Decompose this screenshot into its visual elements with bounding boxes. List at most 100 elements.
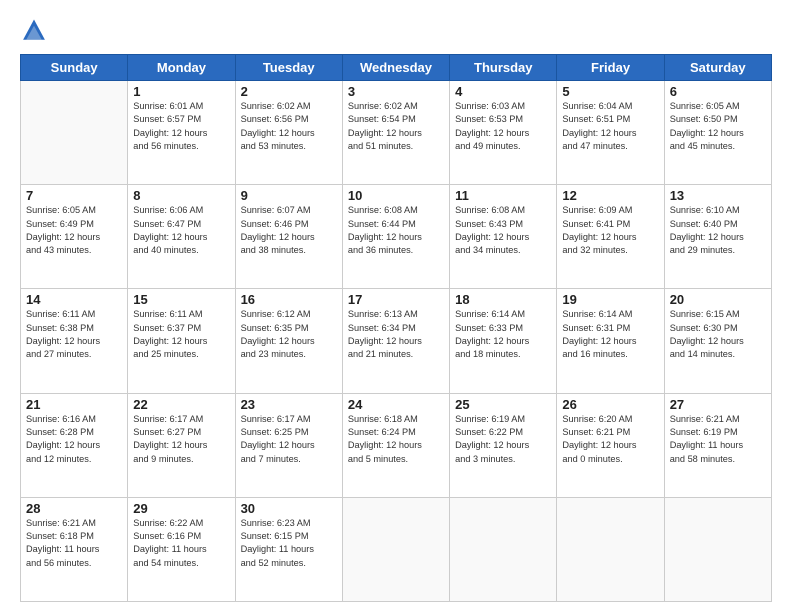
- day-number: 1: [133, 84, 229, 99]
- day-info: Sunrise: 6:08 AM Sunset: 6:44 PM Dayligh…: [348, 204, 444, 257]
- day-number: 18: [455, 292, 551, 307]
- calendar-cell: 15Sunrise: 6:11 AM Sunset: 6:37 PM Dayli…: [128, 289, 235, 393]
- day-number: 3: [348, 84, 444, 99]
- day-info: Sunrise: 6:22 AM Sunset: 6:16 PM Dayligh…: [133, 517, 229, 570]
- day-info: Sunrise: 6:20 AM Sunset: 6:21 PM Dayligh…: [562, 413, 658, 466]
- day-info: Sunrise: 6:05 AM Sunset: 6:50 PM Dayligh…: [670, 100, 766, 153]
- logo: [20, 18, 52, 46]
- calendar-week-4: 21Sunrise: 6:16 AM Sunset: 6:28 PM Dayli…: [21, 393, 772, 497]
- day-number: 14: [26, 292, 122, 307]
- day-header-sunday: Sunday: [21, 55, 128, 81]
- day-number: 7: [26, 188, 122, 203]
- day-info: Sunrise: 6:02 AM Sunset: 6:54 PM Dayligh…: [348, 100, 444, 153]
- logo-icon: [20, 18, 48, 46]
- calendar-cell: 10Sunrise: 6:08 AM Sunset: 6:44 PM Dayli…: [342, 185, 449, 289]
- calendar-cell: 12Sunrise: 6:09 AM Sunset: 6:41 PM Dayli…: [557, 185, 664, 289]
- calendar-cell: 26Sunrise: 6:20 AM Sunset: 6:21 PM Dayli…: [557, 393, 664, 497]
- day-info: Sunrise: 6:11 AM Sunset: 6:37 PM Dayligh…: [133, 308, 229, 361]
- calendar-cell: 3Sunrise: 6:02 AM Sunset: 6:54 PM Daylig…: [342, 81, 449, 185]
- day-info: Sunrise: 6:17 AM Sunset: 6:27 PM Dayligh…: [133, 413, 229, 466]
- day-number: 17: [348, 292, 444, 307]
- day-number: 9: [241, 188, 337, 203]
- calendar-cell: 16Sunrise: 6:12 AM Sunset: 6:35 PM Dayli…: [235, 289, 342, 393]
- day-info: Sunrise: 6:08 AM Sunset: 6:43 PM Dayligh…: [455, 204, 551, 257]
- day-header-saturday: Saturday: [664, 55, 771, 81]
- calendar-cell: [450, 497, 557, 601]
- day-number: 25: [455, 397, 551, 412]
- day-info: Sunrise: 6:23 AM Sunset: 6:15 PM Dayligh…: [241, 517, 337, 570]
- day-number: 19: [562, 292, 658, 307]
- page: SundayMondayTuesdayWednesdayThursdayFrid…: [0, 0, 792, 612]
- day-info: Sunrise: 6:12 AM Sunset: 6:35 PM Dayligh…: [241, 308, 337, 361]
- day-number: 28: [26, 501, 122, 516]
- calendar-header-row: SundayMondayTuesdayWednesdayThursdayFrid…: [21, 55, 772, 81]
- day-number: 11: [455, 188, 551, 203]
- calendar-cell: 8Sunrise: 6:06 AM Sunset: 6:47 PM Daylig…: [128, 185, 235, 289]
- day-number: 2: [241, 84, 337, 99]
- day-info: Sunrise: 6:04 AM Sunset: 6:51 PM Dayligh…: [562, 100, 658, 153]
- header: [20, 18, 772, 46]
- day-info: Sunrise: 6:21 AM Sunset: 6:18 PM Dayligh…: [26, 517, 122, 570]
- day-number: 24: [348, 397, 444, 412]
- day-number: 4: [455, 84, 551, 99]
- day-info: Sunrise: 6:13 AM Sunset: 6:34 PM Dayligh…: [348, 308, 444, 361]
- day-info: Sunrise: 6:21 AM Sunset: 6:19 PM Dayligh…: [670, 413, 766, 466]
- calendar-week-5: 28Sunrise: 6:21 AM Sunset: 6:18 PM Dayli…: [21, 497, 772, 601]
- calendar-cell: 18Sunrise: 6:14 AM Sunset: 6:33 PM Dayli…: [450, 289, 557, 393]
- calendar-cell: 24Sunrise: 6:18 AM Sunset: 6:24 PM Dayli…: [342, 393, 449, 497]
- calendar-cell: 29Sunrise: 6:22 AM Sunset: 6:16 PM Dayli…: [128, 497, 235, 601]
- day-info: Sunrise: 6:18 AM Sunset: 6:24 PM Dayligh…: [348, 413, 444, 466]
- day-info: Sunrise: 6:02 AM Sunset: 6:56 PM Dayligh…: [241, 100, 337, 153]
- day-info: Sunrise: 6:15 AM Sunset: 6:30 PM Dayligh…: [670, 308, 766, 361]
- day-number: 21: [26, 397, 122, 412]
- calendar-cell: [21, 81, 128, 185]
- day-info: Sunrise: 6:09 AM Sunset: 6:41 PM Dayligh…: [562, 204, 658, 257]
- calendar-cell: 13Sunrise: 6:10 AM Sunset: 6:40 PM Dayli…: [664, 185, 771, 289]
- calendar-week-2: 7Sunrise: 6:05 AM Sunset: 6:49 PM Daylig…: [21, 185, 772, 289]
- calendar-table: SundayMondayTuesdayWednesdayThursdayFrid…: [20, 54, 772, 602]
- calendar-cell: [557, 497, 664, 601]
- day-number: 13: [670, 188, 766, 203]
- day-header-friday: Friday: [557, 55, 664, 81]
- day-number: 23: [241, 397, 337, 412]
- day-header-monday: Monday: [128, 55, 235, 81]
- day-info: Sunrise: 6:19 AM Sunset: 6:22 PM Dayligh…: [455, 413, 551, 466]
- day-info: Sunrise: 6:01 AM Sunset: 6:57 PM Dayligh…: [133, 100, 229, 153]
- calendar-cell: 23Sunrise: 6:17 AM Sunset: 6:25 PM Dayli…: [235, 393, 342, 497]
- day-info: Sunrise: 6:14 AM Sunset: 6:31 PM Dayligh…: [562, 308, 658, 361]
- day-number: 29: [133, 501, 229, 516]
- day-info: Sunrise: 6:16 AM Sunset: 6:28 PM Dayligh…: [26, 413, 122, 466]
- calendar-cell: 14Sunrise: 6:11 AM Sunset: 6:38 PM Dayli…: [21, 289, 128, 393]
- day-header-thursday: Thursday: [450, 55, 557, 81]
- calendar-cell: 4Sunrise: 6:03 AM Sunset: 6:53 PM Daylig…: [450, 81, 557, 185]
- day-number: 8: [133, 188, 229, 203]
- calendar-cell: 1Sunrise: 6:01 AM Sunset: 6:57 PM Daylig…: [128, 81, 235, 185]
- calendar-cell: 27Sunrise: 6:21 AM Sunset: 6:19 PM Dayli…: [664, 393, 771, 497]
- day-number: 15: [133, 292, 229, 307]
- calendar-cell: 17Sunrise: 6:13 AM Sunset: 6:34 PM Dayli…: [342, 289, 449, 393]
- day-number: 22: [133, 397, 229, 412]
- day-header-wednesday: Wednesday: [342, 55, 449, 81]
- calendar-cell: 20Sunrise: 6:15 AM Sunset: 6:30 PM Dayli…: [664, 289, 771, 393]
- calendar-cell: 19Sunrise: 6:14 AM Sunset: 6:31 PM Dayli…: [557, 289, 664, 393]
- day-header-tuesday: Tuesday: [235, 55, 342, 81]
- day-number: 12: [562, 188, 658, 203]
- calendar-cell: 6Sunrise: 6:05 AM Sunset: 6:50 PM Daylig…: [664, 81, 771, 185]
- day-number: 27: [670, 397, 766, 412]
- day-info: Sunrise: 6:10 AM Sunset: 6:40 PM Dayligh…: [670, 204, 766, 257]
- day-info: Sunrise: 6:14 AM Sunset: 6:33 PM Dayligh…: [455, 308, 551, 361]
- calendar-cell: 30Sunrise: 6:23 AM Sunset: 6:15 PM Dayli…: [235, 497, 342, 601]
- calendar-cell: 11Sunrise: 6:08 AM Sunset: 6:43 PM Dayli…: [450, 185, 557, 289]
- calendar-cell: 5Sunrise: 6:04 AM Sunset: 6:51 PM Daylig…: [557, 81, 664, 185]
- day-number: 30: [241, 501, 337, 516]
- day-info: Sunrise: 6:17 AM Sunset: 6:25 PM Dayligh…: [241, 413, 337, 466]
- day-number: 6: [670, 84, 766, 99]
- day-info: Sunrise: 6:03 AM Sunset: 6:53 PM Dayligh…: [455, 100, 551, 153]
- calendar-cell: 25Sunrise: 6:19 AM Sunset: 6:22 PM Dayli…: [450, 393, 557, 497]
- day-info: Sunrise: 6:06 AM Sunset: 6:47 PM Dayligh…: [133, 204, 229, 257]
- day-number: 5: [562, 84, 658, 99]
- day-number: 20: [670, 292, 766, 307]
- calendar-cell: 7Sunrise: 6:05 AM Sunset: 6:49 PM Daylig…: [21, 185, 128, 289]
- day-number: 26: [562, 397, 658, 412]
- calendar-body: 1Sunrise: 6:01 AM Sunset: 6:57 PM Daylig…: [21, 81, 772, 602]
